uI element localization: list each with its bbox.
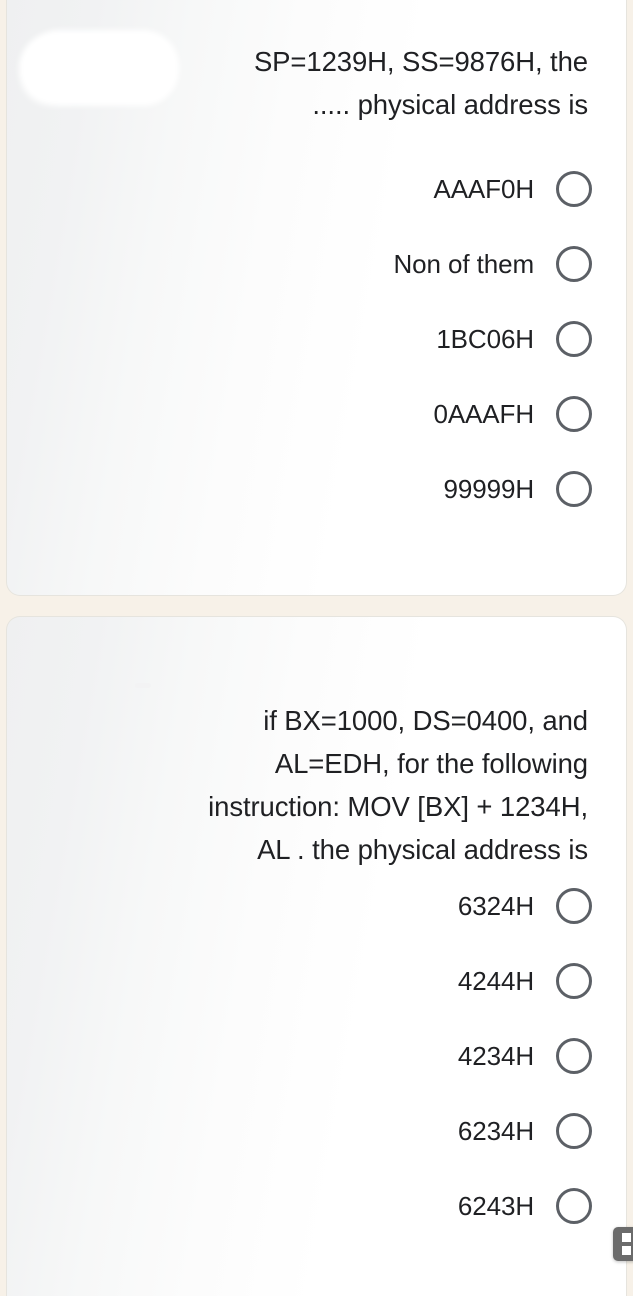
option-label-2-5: 6243H xyxy=(457,1191,534,1221)
option-label-1-1: AAAF0H xyxy=(433,174,534,204)
option-label-1-3: 1BC06H xyxy=(436,324,534,354)
option-row-2-5[interactable]: 6243H xyxy=(458,1185,592,1227)
split-screen-top-pane xyxy=(622,1233,631,1242)
option-row-2-1[interactable]: 6324H xyxy=(458,885,592,927)
screen-root: SP=1239H, SS=9876H, the ..... physical a… xyxy=(0,0,633,1296)
radio-button-icon[interactable] xyxy=(556,396,592,432)
radio-button-icon[interactable] xyxy=(556,888,592,924)
question-card-1: SP=1239H, SS=9876H, the ..... physical a… xyxy=(6,0,627,596)
radio-button-icon[interactable] xyxy=(556,246,592,282)
radio-button-icon[interactable] xyxy=(556,1188,592,1224)
split-screen-icon[interactable] xyxy=(613,1227,633,1261)
option-label-1-4: 0AAAFH xyxy=(433,399,534,429)
option-row-2-4[interactable]: 6234H xyxy=(458,1110,592,1152)
option-row-1-3[interactable]: 1BC06H xyxy=(393,318,592,360)
option-row-1-1[interactable]: AAAF0H xyxy=(393,168,592,210)
radio-button-icon[interactable] xyxy=(556,321,592,357)
option-label-2-1: 6324H xyxy=(457,891,534,921)
option-label-2-2: 4244H xyxy=(457,966,534,996)
radio-button-icon[interactable] xyxy=(556,1038,592,1074)
question-text-1: SP=1239H, SS=9876H, the ..... physical a… xyxy=(253,46,588,120)
options-list-1: AAAF0H Non of them 1BC06H 0AAAFH 99999H xyxy=(393,168,592,543)
option-label-1-5: 99999H xyxy=(443,474,535,504)
option-row-1-5[interactable]: 99999H xyxy=(393,468,592,510)
option-row-2-2[interactable]: 4244H xyxy=(458,960,592,1002)
options-list-2: 6324H 4244H 4234H 6234H 6243H xyxy=(458,885,592,1260)
option-row-1-2[interactable]: Non of them xyxy=(393,243,592,285)
redaction-blob xyxy=(19,30,179,106)
option-row-2-3[interactable]: 4234H xyxy=(458,1035,592,1077)
option-label-1-2: Non of them xyxy=(393,249,534,279)
question-text-2: if BX=1000, DS=0400, and AL=EDH, for the… xyxy=(208,705,588,865)
option-label-2-3: 4234H xyxy=(457,1041,534,1071)
option-label-2-4: 6234H xyxy=(457,1116,534,1146)
radio-button-icon[interactable] xyxy=(556,963,592,999)
split-screen-bottom-pane xyxy=(622,1246,631,1255)
option-row-1-4[interactable]: 0AAAFH xyxy=(393,393,592,435)
faint-artifact xyxy=(135,683,151,688)
radio-button-icon[interactable] xyxy=(556,1113,592,1149)
radio-button-icon[interactable] xyxy=(556,171,592,207)
question-card-2: if BX=1000, DS=0400, and AL=EDH, for the… xyxy=(6,616,627,1296)
radio-button-icon[interactable] xyxy=(556,471,592,507)
